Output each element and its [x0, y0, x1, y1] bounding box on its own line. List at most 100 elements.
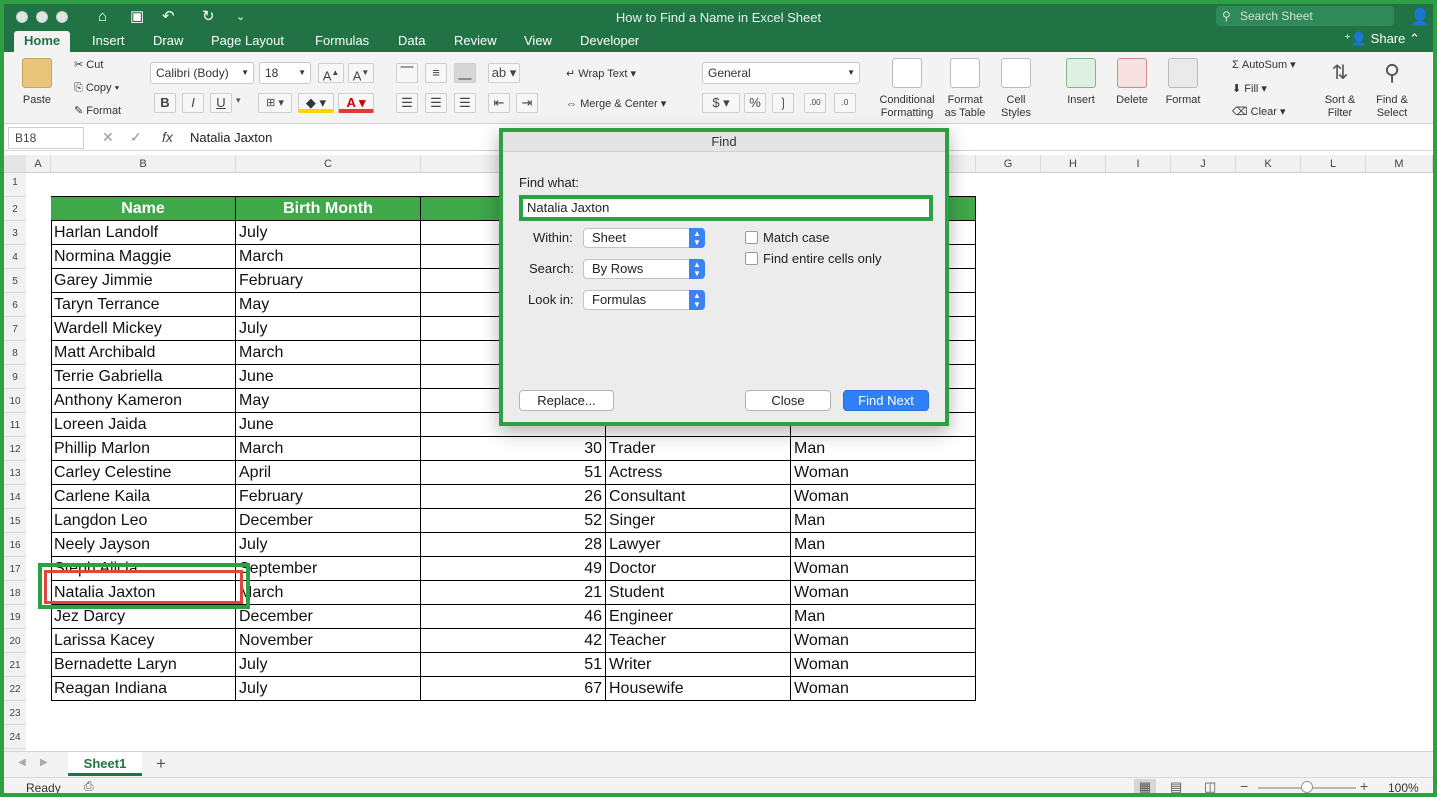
row-header[interactable]: 3	[4, 221, 26, 245]
row-header[interactable]: 21	[4, 653, 26, 677]
tab-home[interactable]: Home	[14, 31, 71, 52]
cell-gender[interactable]: Woman	[791, 629, 976, 653]
font-name-select[interactable]: Calibri (Body) ▼	[150, 62, 254, 84]
tab-draw[interactable]: Draw	[143, 31, 193, 52]
cell-birth-month[interactable]: April	[236, 461, 421, 485]
row-header[interactable]: 17	[4, 557, 26, 581]
cell-name[interactable]: Neely Jayson	[51, 533, 236, 557]
cell-age[interactable]: 42	[421, 629, 606, 653]
row-header[interactable]: 24	[4, 725, 26, 749]
cell-name[interactable]: Terrie Gabriella	[51, 365, 236, 389]
cell-occupation[interactable]: Singer	[606, 509, 791, 533]
tab-formulas[interactable]: Formulas	[305, 31, 379, 52]
cancel-icon[interactable]: ✕	[102, 129, 114, 146]
cell-age[interactable]: 51	[421, 461, 606, 485]
cell-birth-month[interactable]: March	[236, 341, 421, 365]
cell-name[interactable]: Bernadette Laryn	[51, 653, 236, 677]
cell-birth-month[interactable]: June	[236, 365, 421, 389]
match-case-checkbox[interactable]	[745, 231, 758, 244]
column-header[interactable]: C	[236, 155, 421, 173]
underline-button[interactable]: U	[210, 93, 232, 113]
row-header[interactable]: 5	[4, 269, 26, 293]
increase-indent-icon[interactable]: ⇥	[516, 93, 538, 113]
cell-age[interactable]: 67	[421, 677, 606, 701]
delete-cells-button[interactable]: Delete	[1109, 58, 1155, 107]
cell-gender[interactable]: Woman	[791, 461, 976, 485]
cell-name[interactable]: Normina Maggie	[51, 245, 236, 269]
comma-icon[interactable]: ❳	[772, 93, 794, 113]
row-header[interactable]: 15	[4, 509, 26, 533]
cell-name[interactable]: Harlan Landolf	[51, 221, 236, 245]
chevron-down-icon[interactable]: ▾	[236, 95, 241, 106]
cell-occupation[interactable]: Student	[606, 581, 791, 605]
close-button[interactable]: Close	[745, 390, 831, 411]
next-sheet-icon[interactable]: ▶	[40, 757, 48, 768]
cell-birth-month[interactable]: November	[236, 629, 421, 653]
cell-birth-month[interactable]: March	[236, 245, 421, 269]
cell-name[interactable]: Carley Celestine	[51, 461, 236, 485]
zoom-slider-thumb[interactable]	[1301, 781, 1313, 793]
row-header[interactable]: 7	[4, 317, 26, 341]
cell-occupation[interactable]: Housewife	[606, 677, 791, 701]
orientation-icon[interactable]: ab ▾	[488, 63, 520, 83]
insert-cells-button[interactable]: Insert	[1058, 58, 1104, 107]
row-header[interactable]: 23	[4, 701, 26, 725]
cell-name[interactable]: Anthony Kameron	[51, 389, 236, 413]
cell-age[interactable]: 49	[421, 557, 606, 581]
search-sheet-input[interactable]: ⚲ Search Sheet	[1216, 6, 1394, 26]
sort-filter-button[interactable]: ⇅ Sort & Filter	[1316, 58, 1364, 120]
merge-center-button[interactable]: ⇔ Merge & Center ▾	[566, 97, 666, 110]
cell-occupation[interactable]: Writer	[606, 653, 791, 677]
cell-name[interactable]: Langdon Leo	[51, 509, 236, 533]
formula-input[interactable]: Natalia Jaxton	[190, 130, 272, 145]
cell-birth-month[interactable]: February	[236, 269, 421, 293]
cell-gender[interactable]: Woman	[791, 557, 976, 581]
macro-record-icon[interactable]: ⎙	[84, 779, 94, 793]
align-top-icon[interactable]: ⎺	[396, 63, 418, 83]
format-painter-button[interactable]: ✎ Format	[74, 104, 121, 117]
cell-age[interactable]: 26	[421, 485, 606, 509]
cell-birth-month[interactable]: December	[236, 605, 421, 629]
zoom-in-icon[interactable]: +	[1360, 778, 1368, 793]
row-header[interactable]: 11	[4, 413, 26, 437]
cell-age[interactable]: 21	[421, 581, 606, 605]
borders-icon[interactable]: ⊞ ▾	[258, 93, 292, 113]
cell-gender[interactable]: Man	[791, 437, 976, 461]
wrap-text-button[interactable]: ↵ Wrap Text ▾	[566, 67, 636, 80]
column-header[interactable]: A	[26, 155, 51, 173]
look-in-select[interactable]: Formulas ▲ ▼	[583, 290, 705, 310]
search-select[interactable]: By Rows ▲ ▼	[583, 259, 705, 279]
cell-birth-month[interactable]: July	[236, 653, 421, 677]
row-header[interactable]: 4	[4, 245, 26, 269]
replace-button[interactable]: Replace...	[519, 390, 614, 411]
copy-button[interactable]: ⎘ Copy ▾	[74, 82, 119, 95]
align-bottom-icon[interactable]: ⎽	[454, 63, 476, 83]
autosum-button[interactable]: Σ AutoSum ▾	[1232, 58, 1296, 71]
cell-occupation[interactable]: Teacher	[606, 629, 791, 653]
page-layout-view-icon[interactable]: ▤	[1170, 779, 1182, 793]
conditional-formatting-button[interactable]: Conditional Formatting	[876, 58, 938, 120]
row-header[interactable]: 8	[4, 341, 26, 365]
row-header[interactable]: 14	[4, 485, 26, 509]
column-header[interactable]: G	[976, 155, 1041, 173]
row-header[interactable]: 9	[4, 365, 26, 389]
row-header[interactable]: 1	[4, 173, 26, 197]
find-select-button[interactable]: ⚲ Find & Select	[1368, 58, 1416, 120]
column-header[interactable]: B	[51, 155, 236, 173]
cell-birth-month[interactable]: September	[236, 557, 421, 581]
format-as-table-button[interactable]: Format as Table	[939, 58, 991, 120]
cell-age[interactable]: 46	[421, 605, 606, 629]
cell-gender[interactable]: Woman	[791, 677, 976, 701]
entire-cells-checkbox[interactable]	[745, 252, 758, 265]
column-header[interactable]: L	[1301, 155, 1366, 173]
font-size-select[interactable]: 18 ▼	[259, 62, 311, 84]
cell-name[interactable]: Wardell Mickey	[51, 317, 236, 341]
tab-page-layout[interactable]: Page Layout	[201, 31, 294, 52]
cell-occupation[interactable]: Doctor	[606, 557, 791, 581]
header-name[interactable]: Name	[51, 197, 236, 221]
cell-birth-month[interactable]: July	[236, 533, 421, 557]
enter-icon[interactable]: ✓	[130, 129, 142, 146]
within-select[interactable]: Sheet ▲ ▼	[583, 228, 705, 248]
row-header[interactable]: 19	[4, 605, 26, 629]
format-cells-button[interactable]: Format	[1160, 58, 1206, 107]
